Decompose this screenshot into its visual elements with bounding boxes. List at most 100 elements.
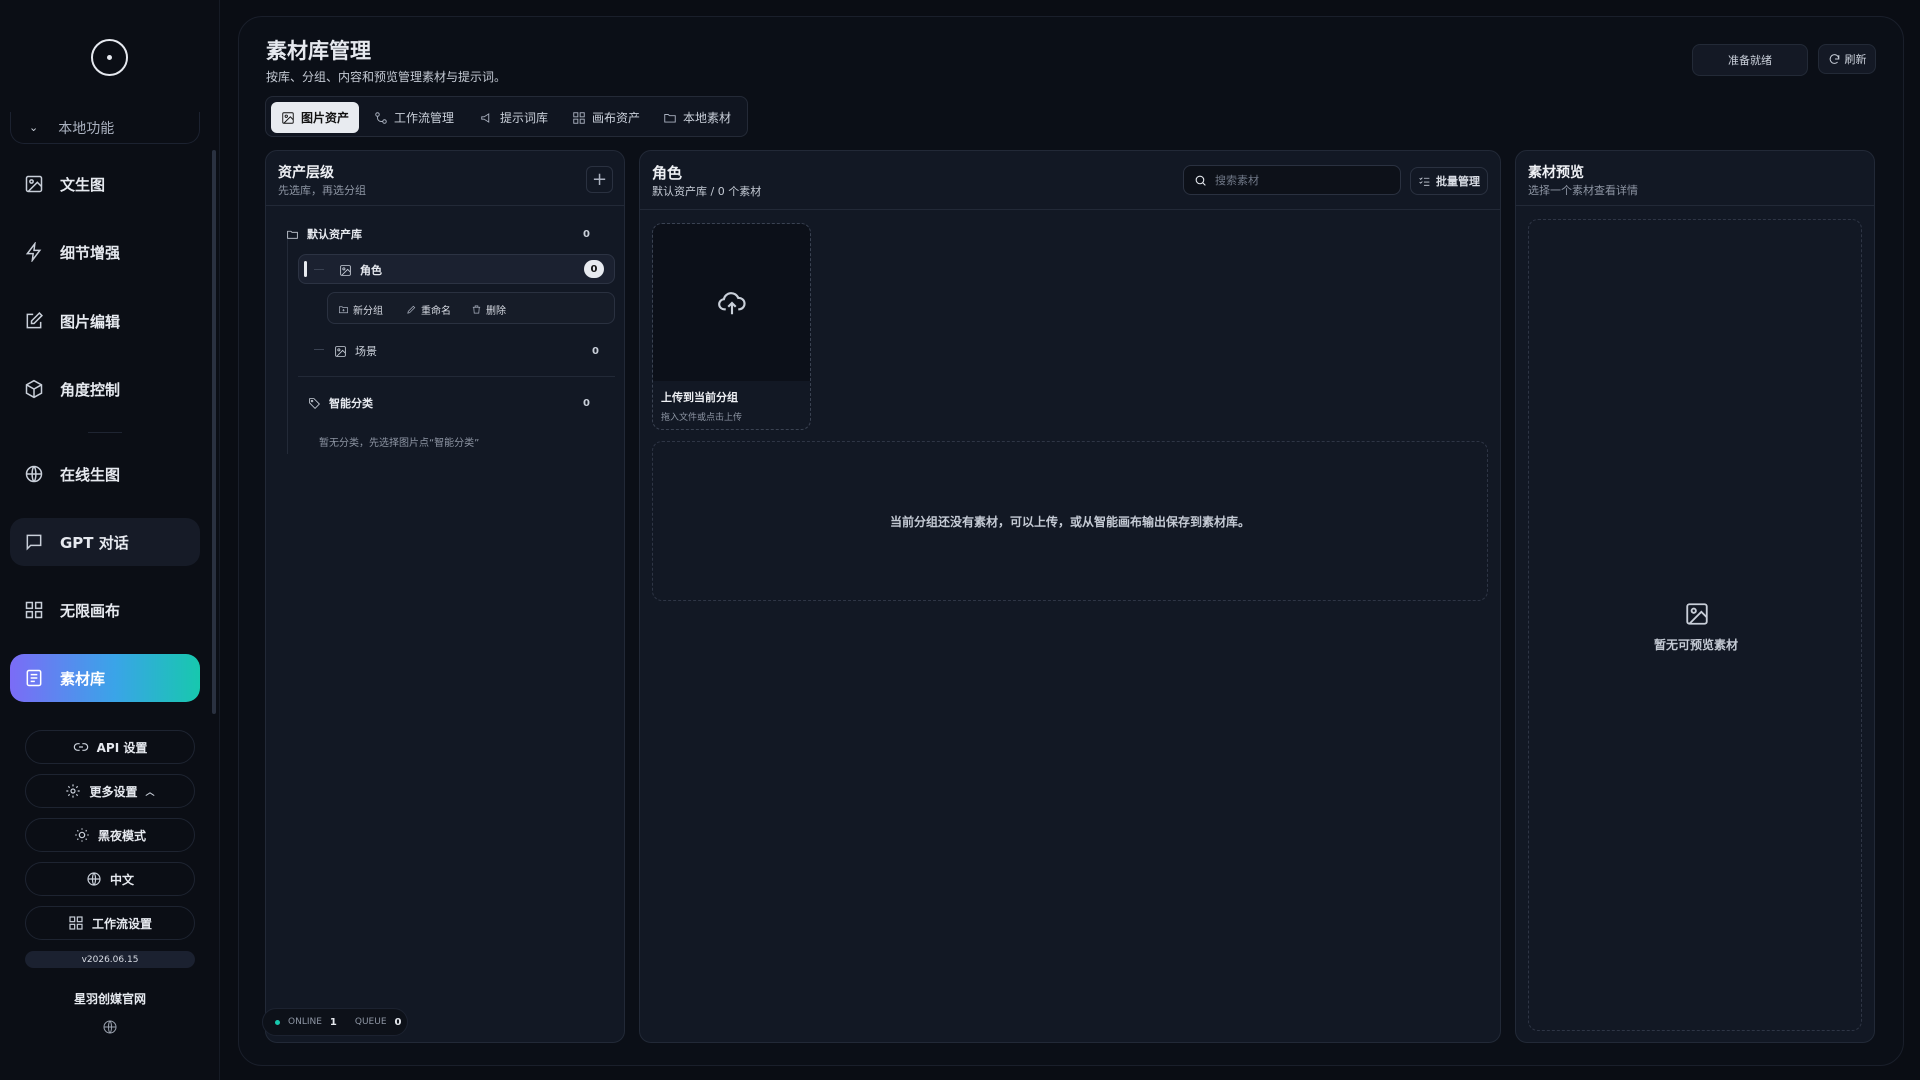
preview-panel: 素材预览 选择一个素材查看详情 暂无可预览素材 [1515,150,1875,1043]
new-group-button[interactable]: 新分组 [338,293,383,325]
library-name: 默认资产库 [307,228,362,241]
preview-subtitle: 选择一个素材查看详情 [1528,184,1638,197]
chat-icon [26,534,42,551]
more-settings-label: 更多设置 [89,784,138,799]
action-label: 删除 [486,305,506,317]
batch-manage-button[interactable]: 批量管理 [1410,167,1488,195]
queue-label: QUEUE [354,1017,387,1027]
megaphone-icon [481,112,490,123]
sidebar-item-label: 细节增强 [60,243,121,262]
tab-prompts[interactable]: 提示词库 [470,102,558,133]
divider [640,209,1500,210]
search-input[interactable]: 搜索素材 [1215,172,1259,188]
sidebar-item-gpt-chat[interactable]: GPT 对话 [10,518,200,566]
trash-icon [472,304,481,314]
gear-icon [66,784,81,798]
preview-empty-message: 暂无可预览素材 [1653,638,1738,652]
selection-indicator [304,261,307,277]
folder-icon [287,230,298,239]
version-badge: v2026.06.15 [25,951,195,968]
tab-image-assets[interactable]: 图片资产 [271,102,360,133]
divider [266,205,624,206]
tab-label: 本地素材 [683,111,732,125]
tree-connector [314,349,324,350]
page-title: 素材库管理 [266,39,371,63]
workflow-settings-button[interactable]: 工作流设置 [25,906,195,940]
image-icon [335,345,346,357]
sun-icon [75,828,89,842]
more-settings-button[interactable]: 更多设置 ︿ [25,774,195,808]
library-row[interactable]: 默认资产库 [286,226,362,242]
online-label: ONLINE [288,1017,322,1027]
group-count: 0 [592,346,599,357]
tab-workflow[interactable]: 工作流管理 [364,102,464,133]
sidebar-item-online-gen[interactable]: 在线生图 [10,450,200,498]
sidebar-item-infinite-canvas[interactable]: 无限画布 [10,586,200,634]
sidebar-item-library[interactable]: 素材库 [10,654,200,702]
tree-guide [287,236,288,454]
plus-icon: + [591,169,608,190]
sidebar-item-image-edit[interactable]: 图片编辑 [10,297,200,345]
sidebar-scrollbar[interactable] [212,150,216,714]
cube-icon [25,379,43,399]
language-button[interactable]: 中文 [25,862,195,896]
refresh-label: 刷新 [1844,53,1867,66]
image-icon [25,175,43,193]
folder-icon [664,113,676,123]
hierarchy-panel: 资产层级 先选库，再选分组 + 默认资产库 0 角色 0 新分组 重命名 删除 … [265,150,625,1043]
tab-canvas-assets[interactable]: 画布资产 [562,102,650,133]
sidebar-item-label: 无限画布 [60,601,121,620]
tab-local-assets[interactable]: 本地素材 [653,102,741,133]
group-name: 场景 [355,345,377,358]
link-icon [73,743,88,751]
upload-title: 上传到当前分组 [661,391,738,404]
api-settings-label: API 设置 [96,740,148,755]
folder-plus-icon [339,305,348,313]
upload-card[interactable]: 上传到当前分组 拖入文件或点击上传 [652,223,811,430]
globe-icon[interactable] [102,1019,118,1035]
sidebar-item-detail-enhance[interactable]: 细节增强 [10,228,200,276]
grid-icon [25,601,43,619]
sidebar: ⌄ 本地功能 文生图 细节增强 图片编辑 角度控制 在线生图 GPT 对话 无限… [0,0,220,1080]
refresh-button[interactable]: 刷新 [1818,44,1876,74]
content-panel: 角色 默认资产库 / 0 个素材 搜索素材 批量管理 上传到当前分组 拖入文件或… [639,150,1501,1043]
workflow-settings-label: 工作流设置 [91,916,152,931]
dark-mode-button[interactable]: 黑夜模式 [25,818,195,852]
group-count-badge: 0 [584,260,604,278]
grid-icon [69,916,83,930]
tab-label: 工作流管理 [394,111,455,125]
sidebar-item-label: 角度控制 [60,380,121,399]
search-icon [1195,175,1206,186]
rename-button[interactable]: 重命名 [406,293,451,325]
local-functions-toggle[interactable]: ⌄ 本地功能 [10,112,200,144]
delete-button[interactable]: 删除 [471,293,506,325]
preview-area: 暂无可预览素材 [1528,219,1862,1031]
group-actions: 新分组 重命名 删除 [327,292,615,324]
library-icon [26,669,42,687]
app-root: ⌄ 本地功能 文生图 细节增强 图片编辑 角度控制 在线生图 GPT 对话 无限… [0,0,1920,1080]
add-library-button[interactable]: + [586,166,613,193]
content-subtitle: 默认资产库 / 0 个素材 [652,185,762,198]
sidebar-item-label: 素材库 [60,669,106,688]
group-row[interactable]: 角色 [339,262,382,278]
image-icon [1686,603,1708,625]
hierarchy-title: 资产层级 [278,165,334,181]
checklist-icon [1419,176,1430,186]
search-box[interactable]: 搜索素材 [1183,165,1401,195]
sidebar-item-text-to-image[interactable]: 文生图 [10,160,200,208]
group-row[interactable]: 场景 [334,343,377,359]
smart-category-row[interactable]: 智能分类 [308,395,373,411]
content-title: 角色 [652,164,683,182]
empty-state: 当前分组还没有素材，可以上传，或从智能画布输出保存到素材库。 [652,441,1488,601]
divider [1516,205,1874,206]
dark-mode-label: 黑夜模式 [97,828,146,843]
app-logo[interactable] [91,39,128,76]
upload-dropzone[interactable] [653,224,810,381]
tree-connector [314,269,324,270]
brand-link[interactable]: 星羽创媒官网 [0,990,220,1007]
smart-category-count: 0 [583,398,590,409]
api-settings-button[interactable]: API 设置 [25,730,195,764]
action-label: 重命名 [421,305,451,317]
hierarchy-subtitle: 先选库，再选分组 [278,184,366,197]
sidebar-item-angle-control[interactable]: 角度控制 [10,365,200,413]
